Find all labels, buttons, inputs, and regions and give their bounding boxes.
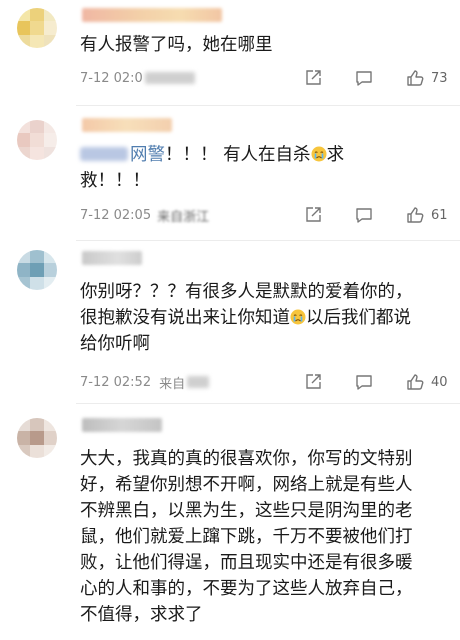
like-count: 61 xyxy=(431,207,448,223)
thumbs-up-icon[interactable] xyxy=(406,69,424,87)
comment-icon[interactable] xyxy=(355,373,373,391)
crying-face-emoji xyxy=(311,146,327,162)
comment-time: 7-12 02:0 xyxy=(80,70,143,86)
like-count: 40 xyxy=(431,374,448,390)
divider xyxy=(76,403,460,404)
avatar[interactable] xyxy=(17,418,57,458)
username-blurred[interactable] xyxy=(82,251,142,265)
comment-icon[interactable] xyxy=(355,206,373,224)
comment-actions: 40 xyxy=(304,371,448,393)
comment-location: 来自浙江 xyxy=(157,209,210,225)
mention-link[interactable]: 网警 xyxy=(130,145,165,165)
divider xyxy=(76,240,460,241)
username-blurred[interactable] xyxy=(82,118,172,132)
comment-time: 7-12 02:52 xyxy=(80,374,152,390)
comment-text: 有人报警了吗，她在哪里 xyxy=(80,35,273,55)
avatar[interactable] xyxy=(17,250,57,290)
thumbs-up-icon[interactable] xyxy=(406,206,424,224)
comment-text: 大大，我真的真的很喜欢你，你写的文特别 好，希望你别想不开啊，网络上就是有些人 … xyxy=(80,449,413,625)
share-icon[interactable] xyxy=(304,69,322,87)
username-blurred[interactable] xyxy=(82,8,222,22)
username-blurred[interactable] xyxy=(82,418,162,432)
like-count: 73 xyxy=(431,70,448,86)
comment-text: 你别呀？？？有很多人是默默的爱着你的， 很抱歉没有说出来让你知道 以后我们都说 给… xyxy=(80,282,413,354)
share-icon[interactable] xyxy=(304,206,322,224)
comment-actions: 73 xyxy=(304,67,448,89)
comment-location: 来自 xyxy=(159,376,186,392)
thumbs-up-icon[interactable] xyxy=(406,373,424,391)
mention-blurred[interactable] xyxy=(80,147,128,161)
location-blurred xyxy=(187,376,210,388)
crying-face-emoji xyxy=(290,309,306,325)
comment-meta: 7-12 02:0 xyxy=(80,69,195,87)
comment-actions: 61 xyxy=(304,204,448,226)
comment-time: 7-12 02:05 xyxy=(80,207,152,223)
comment-meta: 7-12 02:52 来自 xyxy=(80,373,210,392)
divider xyxy=(76,105,460,106)
avatar[interactable] xyxy=(17,120,57,160)
comment-icon[interactable] xyxy=(355,69,373,87)
location-blurred xyxy=(144,72,195,84)
comment-meta: 7-12 02:05 来自浙江 xyxy=(80,206,210,225)
comment-text: 网警！！！ 有人在自杀求 救！！！ xyxy=(80,145,345,191)
avatar[interactable] xyxy=(17,8,57,48)
share-icon[interactable] xyxy=(304,373,322,391)
